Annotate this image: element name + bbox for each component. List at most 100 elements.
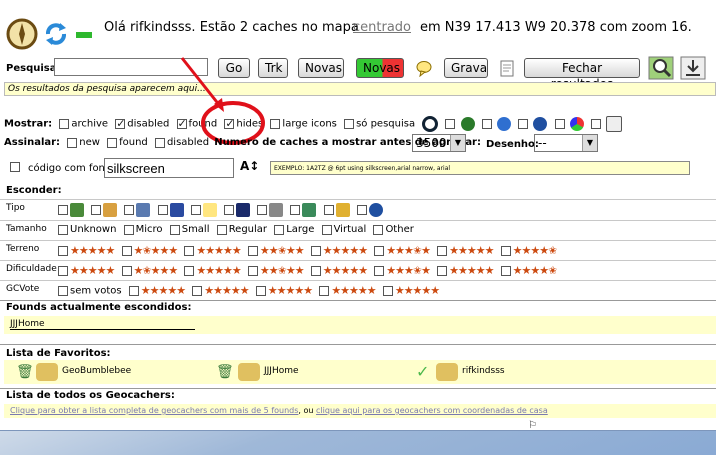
type-checkbox[interactable]: [223, 205, 234, 215]
font-size-icon[interactable]: A↕: [240, 159, 259, 173]
large-icons-label: large icons: [282, 118, 337, 130]
terrain-checkbox[interactable]: [58, 246, 68, 256]
size-checkbox[interactable]: [216, 224, 227, 235]
size-checkbox[interactable]: [58, 224, 68, 235]
food-checkbox[interactable]: [445, 119, 456, 129]
difficulty-checkbox[interactable]: [247, 266, 258, 276]
multi-cache-icon: [103, 203, 118, 217]
type-checkbox[interactable]: [257, 205, 268, 215]
difficulty-checkbox[interactable]: [121, 266, 132, 276]
notepad-icon[interactable]: [497, 58, 517, 78]
font-example: EXEMPLO: 1A2TZ @ 6pt using silkscreen,ar…: [270, 161, 690, 175]
stars-icon: ★★★★★: [70, 244, 115, 257]
stars-icon: ★★✬★★: [259, 244, 305, 257]
difficulty-checkbox[interactable]: [184, 266, 195, 276]
type-checkbox[interactable]: [323, 205, 334, 215]
house-checkbox[interactable]: [590, 119, 601, 129]
found-mark-checkbox[interactable]: [107, 137, 118, 148]
so-pesquisa-checkbox[interactable]: [344, 119, 355, 129]
gcvote-checkbox[interactable]: [192, 286, 203, 296]
map-marker-icon[interactable]: ⚐: [528, 420, 537, 431]
size-label: Virtual: [333, 224, 367, 235]
numero-select[interactable]: 3500 ▼: [412, 134, 466, 152]
terrain-checkbox[interactable]: [374, 246, 385, 256]
gcvote-checkbox[interactable]: [255, 286, 266, 296]
stars-icon: ★★★★★: [449, 244, 494, 257]
pie-checkbox[interactable]: [554, 119, 565, 129]
traditional-cache-icon: [70, 203, 84, 217]
type-checkbox[interactable]: [58, 205, 68, 215]
terrain-checkbox[interactable]: [121, 246, 132, 256]
terrain-checkbox[interactable]: [184, 246, 195, 256]
grava-button[interactable]: Grava: [444, 58, 488, 78]
favorite-user[interactable]: JJJHome: [264, 366, 299, 376]
mostrar-label: Mostrar:: [4, 118, 53, 130]
disabled-checkbox[interactable]: [115, 117, 125, 130]
tamanho-options: Unknown Micro Small Regular Large Virtua…: [54, 224, 414, 236]
founds-value[interactable]: JJJHome: [10, 319, 195, 330]
size-checkbox[interactable]: [373, 224, 384, 235]
zoom-map-icon[interactable]: [648, 56, 674, 80]
type-checkbox[interactable]: [124, 205, 135, 215]
favorite-user[interactable]: rifkindsss: [462, 366, 505, 376]
size-label: Micro: [135, 224, 163, 235]
globe-checkbox[interactable]: [518, 119, 529, 129]
pie-icon[interactable]: [569, 117, 584, 131]
type-checkbox[interactable]: [91, 205, 102, 215]
gcvote-checkbox[interactable]: [319, 286, 330, 296]
fechar-resultados-button[interactable]: Fechar resultados: [524, 58, 640, 91]
type-checkbox[interactable]: [190, 205, 201, 215]
target-icon[interactable]: [422, 116, 439, 132]
type-checkbox[interactable]: [157, 205, 168, 215]
download-icon[interactable]: [680, 56, 706, 80]
size-label: Large: [286, 224, 315, 235]
disabled-mark-checkbox[interactable]: [154, 137, 165, 148]
font-checkbox[interactable]: [10, 162, 20, 172]
difficulty-checkbox[interactable]: [58, 266, 68, 276]
gcvote-checkbox[interactable]: [382, 286, 393, 296]
type-checkbox[interactable]: [290, 205, 301, 215]
archive-checkbox[interactable]: [59, 119, 70, 129]
terrain-checkbox[interactable]: [247, 246, 258, 256]
difficulty-checkbox[interactable]: [374, 266, 385, 276]
font-input[interactable]: [104, 158, 234, 178]
favorite-user[interactable]: GeoBumblebee: [62, 366, 131, 376]
size-label: Regular: [228, 224, 268, 235]
novas-colored-button[interactable]: Novas: [356, 58, 404, 78]
globe-nav-icon[interactable]: [533, 117, 548, 131]
stars-icon: ★★★★✬: [512, 244, 558, 257]
size-checkbox[interactable]: [169, 224, 180, 235]
difficulty-checkbox[interactable]: [500, 266, 511, 276]
so-pesquisa-label: só pesquisa: [356, 118, 416, 130]
size-checkbox[interactable]: [123, 224, 134, 235]
geocachers-list-link[interactable]: Clique para obter a lista completa de ge…: [10, 406, 298, 415]
size-checkbox[interactable]: [274, 224, 285, 235]
stars-icon: ★✬★★★: [133, 244, 179, 257]
arrows-checkbox[interactable]: [481, 119, 492, 129]
novas-button[interactable]: Novas: [298, 58, 344, 78]
greeting-text: Olá rifkindsss. Estão 2 caches no mapa: [104, 20, 359, 35]
food-icon[interactable]: [460, 117, 475, 131]
speech-bubble-icon[interactable]: [415, 59, 433, 77]
difficulty-checkbox[interactable]: [310, 266, 321, 276]
difficulty-checkbox[interactable]: [437, 266, 448, 276]
geocachers-home-link[interactable]: clique aqui para os geocachers com coord…: [316, 406, 548, 415]
terrain-checkbox[interactable]: [500, 246, 511, 256]
size-checkbox[interactable]: [321, 224, 332, 235]
refresh-icon[interactable]: [42, 20, 70, 48]
compass-nav-icon[interactable]: [497, 117, 512, 131]
terrain-checkbox[interactable]: [310, 246, 321, 256]
center-link[interactable]: centrado: [353, 20, 411, 35]
gcvote-none-checkbox[interactable]: [58, 286, 68, 296]
size-label: Other: [385, 224, 414, 235]
trash-icon[interactable]: 🗑: [216, 364, 234, 380]
terrain-checkbox[interactable]: [437, 246, 448, 256]
type-checkbox[interactable]: [356, 205, 367, 215]
house-icon[interactable]: [606, 116, 623, 132]
gcvote-label: GCVote: [6, 284, 40, 294]
large-icons-checkbox[interactable]: [270, 119, 281, 129]
gcvote-checkbox[interactable]: [128, 286, 139, 296]
trash-icon[interactable]: 🗑: [16, 364, 34, 380]
new-checkbox[interactable]: [67, 137, 78, 148]
desenho-select[interactable]: -- ▼: [534, 134, 598, 152]
